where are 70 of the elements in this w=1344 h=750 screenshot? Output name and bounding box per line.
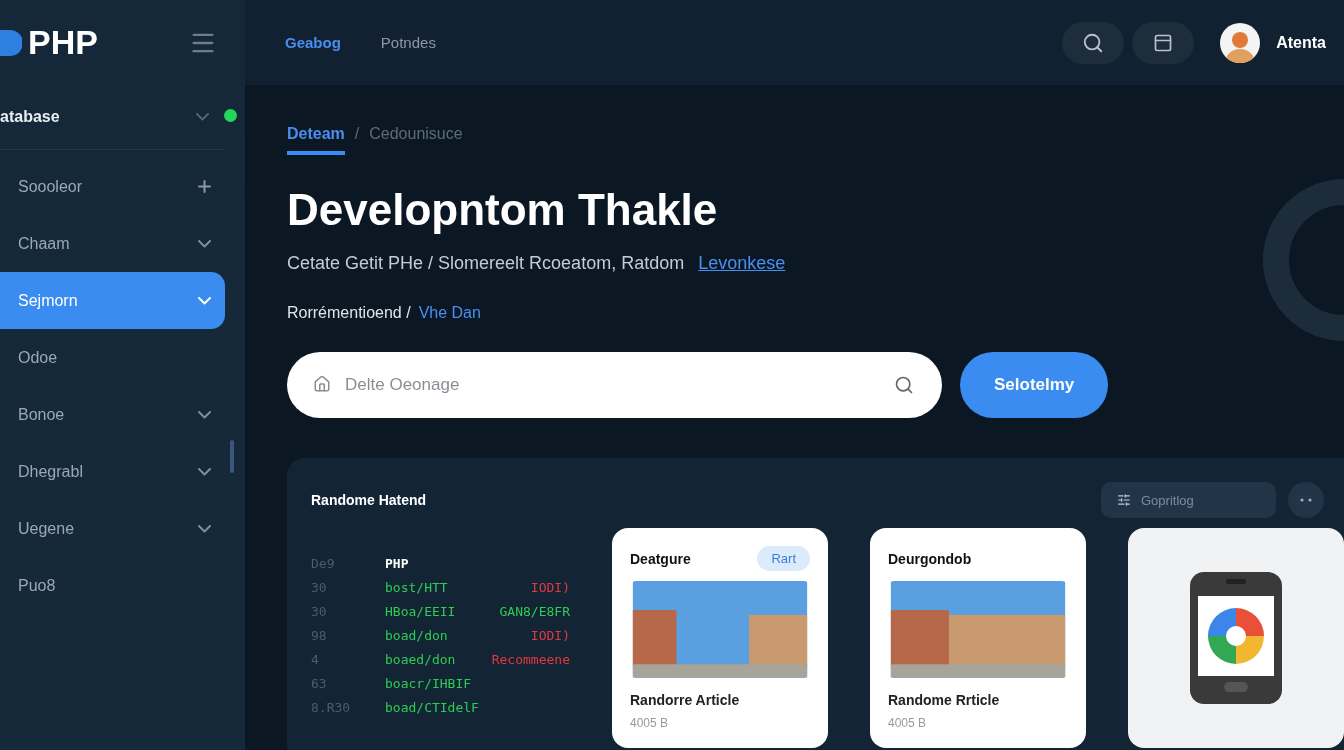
code-heading: PHP [385,556,410,571]
card-badge: Rart [757,546,810,572]
user-name[interactable]: Atenta [1276,33,1326,52]
home-icon [313,375,331,393]
search-field[interactable]: Delte Oeonage [287,352,942,418]
code-text: boacr/IHBIF [385,676,473,691]
sidebar-item[interactable]: Sejmorn [0,272,225,329]
line-number: 30 [311,604,328,619]
brand-name: PHP [28,23,98,62]
filter-button[interactable]: Gopritlog [1101,482,1276,518]
sidebar-item[interactable]: Dhegrabl [0,443,225,500]
sidebar-title: atabase [0,108,61,126]
line-number: 30 [311,580,328,595]
sidebar-item[interactable]: Soooleor [0,158,225,215]
line-number: 98 [311,628,328,643]
code-note: IODI) [530,580,570,595]
search-button[interactable] [1062,21,1125,64]
article-card[interactable]: Deurgondob Randome Rrticle 4005 B [870,528,1086,748]
sliders-icon [1117,493,1131,507]
breadcrumb-link[interactable]: Deteam [287,125,345,155]
card-meta: 4005 B [888,716,928,730]
panel-title: Randome Hatend [311,492,428,508]
scrollbar-thumb[interactable] [230,440,234,473]
breadcrumb-separator: / [354,125,360,143]
line-number: 4 [311,652,320,667]
page-title: Developntom Thakle [287,185,719,235]
code-note: Recommeene [491,652,570,667]
breadcrumb-link[interactable]: Cedounisuce [369,125,463,155]
sidebar-item[interactable]: Chaam [0,215,225,272]
code-note: GAN8/E8FR [499,604,570,619]
code-text: boaed/don [385,652,457,667]
code-note: IODI) [530,628,570,643]
chevron-icon [198,410,211,419]
page-subtitle: Cetate Getit PHe / Slomereelt Rcoeatom, Ratdom Levonkese [287,253,787,274]
code-text: boad/CTIdelF [385,700,480,715]
line-number: De9 [311,556,336,571]
avatar[interactable] [1220,22,1261,63]
search-submit-button[interactable]: Selotelmy [960,352,1109,418]
chevron-icon [196,113,209,121]
chevron-icon [198,239,211,248]
nav-link[interactable]: Potndes [380,34,436,51]
article-card[interactable]: Deatgure Rart Randorre Article 4005 B [612,528,828,748]
card-caption: Randorre Article [630,692,741,708]
card-title: Deatgure [630,550,691,567]
card-caption: Randome Rrticle [888,692,1001,708]
nav-link[interactable]: Geabog [285,34,341,51]
line-number: 63 [311,676,328,691]
plus-icon [198,180,211,193]
layout-icon [1153,32,1174,53]
chevron-icon [198,524,211,533]
layout-button[interactable] [1132,21,1195,64]
app-card[interactable] [1128,528,1344,748]
search-icon[interactable] [894,375,914,395]
sidebar-item[interactable]: Odoe [0,329,225,386]
subtitle-link[interactable]: Levonkese [698,253,786,273]
sidebar-item[interactable]: Uegene [0,500,225,557]
sidebar-item[interactable]: Puo8 [0,557,225,614]
tagline: Rorrémentioend / Vhe Dan [287,304,482,322]
more-icon [1300,498,1312,502]
code-text: bost/HTT [385,580,449,595]
card-meta: 4005 B [630,716,670,730]
line-number: 8.R30 [311,700,352,715]
search-icon [1082,31,1105,54]
code-text: boad/don [385,628,449,643]
sidebar-item[interactable]: Bonoe [0,386,225,443]
code-text: HBoa/EEII [385,604,457,619]
tagline-link[interactable]: Vhe Dan [418,304,481,321]
card-title: Deurgondob [888,550,972,567]
chevron-icon [198,467,211,476]
chevron-icon [198,296,211,305]
